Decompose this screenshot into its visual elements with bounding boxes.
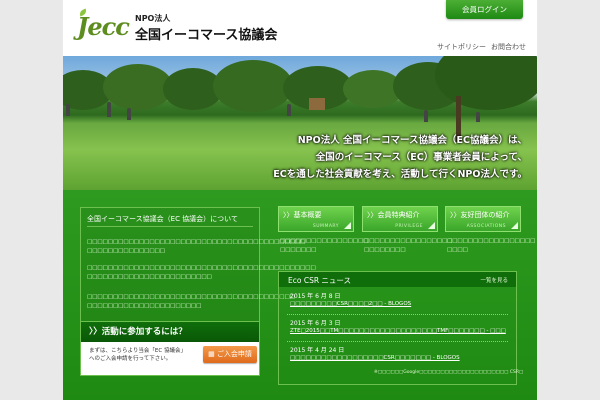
join-desc-line-1: まずは、こちらより当会「EC 協議会」 [89, 348, 186, 354]
tab-privilege-label: 〉〉会員特典紹介 [367, 211, 420, 219]
news-link[interactable]: ZTE□2015□□TM□□□□□□□□□□□□□□□□□□□TMF□□□□□□… [290, 328, 508, 334]
logo-org-name: 全国イーコマース協議会 [135, 28, 278, 43]
news-item: 2015 年 6 月 3 日 ZTE□2015□□TM□□□□□□□□□□□□□… [290, 318, 508, 334]
tab-privilege-desc: □□□□□□□□□□□□□□□□□ □□□□□□□□ [364, 238, 453, 253]
tab-summary-sub: SUMMARY [312, 224, 339, 229]
news-date: 2015 年 6 月 3 日 [290, 320, 341, 327]
hero-line-1: NPO法人 全国イーコマース協議会（EC協議会）は、 [297, 135, 527, 146]
hero-line-3: ECを通した社会貢献を考え、活動して行くNPO法人です。 [273, 169, 527, 180]
join-description: まずは、こちらより当会「EC 協議会」 へのご入会申請を行って下さい。 [89, 347, 186, 363]
contact-link[interactable]: お問合わせ [491, 42, 526, 52]
tab-summary-label: 〉〉基本概要 [283, 211, 322, 219]
document-icon: ▦ [208, 350, 215, 358]
news-panel: Eco CSR ニュース 一覧を見る 2015 年 6 月 8 日 □□□□□□… [278, 271, 517, 385]
join-desc-line-2: へのご入会申請を行って下さい。 [89, 356, 172, 362]
news-link[interactable]: □□□□□□□□□CSR□□□□2□□ - BLOGOS [290, 301, 508, 307]
tab-privilege[interactable]: 〉〉会員特典紹介 PRIVILEGE [362, 206, 438, 232]
corner-arrow-icon [344, 222, 351, 229]
news-item: 2015 年 4 月 24 日 □□□□□□□□□□□□□□□□□□CSR□□□… [290, 345, 508, 361]
news-more-link[interactable]: 一覧を見る [480, 276, 508, 284]
about-title: 全国イーコマース協議会（EC 協議会）について [87, 215, 238, 223]
about-paragraph-2: □□□□□□□□□□□□□□□□□□□□□□□□□□□□□□□□□□□□□□□□… [87, 265, 316, 280]
news-link[interactable]: □□□□□□□□□□□□□□□□□□CSR□□□□□□□ - BLOGOS [290, 355, 508, 361]
news-date: 2015 年 6 月 8 日 [290, 293, 341, 300]
hero-tagline: NPO法人 全国イーコマース協議会（EC協議会）は、 全国のイーコマース（EC）… [273, 132, 527, 183]
divider [287, 341, 508, 342]
about-paragraph-1: □□□□□□□□□□□□□□□□□□□□□□□□□□□□□□□□□□□□□□□□… [87, 239, 306, 254]
corner-arrow-icon [511, 222, 518, 229]
hero-line-2: 全国のイーコマース（EC）事業者会員によって、 [315, 152, 527, 163]
site-policy-link[interactable]: サイトポリシー [437, 42, 486, 52]
corner-arrow-icon [428, 222, 435, 229]
page: Jecc NPO法人 全国イーコマース協議会 会員ログイン サイトポリシー お問… [63, 0, 537, 400]
tab-associations-label: 〉〉友好団体の紹介 [450, 211, 510, 219]
hero-banner: NPO法人 全国イーコマース協議会（EC協議会）は、 全国のイーコマース（EC）… [63, 56, 537, 190]
tab-associations-sub: ASSOCIATIONS [466, 224, 506, 229]
apply-label: ご入会申請 [216, 350, 252, 358]
membership-apply-button[interactable]: ▦ ご入会申請 [203, 346, 257, 363]
news-title: Eco CSR ニュース [288, 276, 352, 285]
join-heading: 〉〉活動に参加するには？ [81, 322, 259, 342]
join-panel: 〉〉活動に参加するには？ まずは、こちらより当会「EC 協議会」 へのご入会申請… [80, 321, 260, 376]
about-paragraph-3: □□□□□□□□□□□□□□□□□□□□□□□□□□□□□□□□□□□□□□□□… [87, 294, 295, 309]
tab-associations[interactable]: 〉〉友好団体の紹介 ASSOCIATIONS [445, 206, 521, 232]
site-logo[interactable]: Jecc NPO法人 全国イーコマース協議会 [77, 8, 277, 46]
main-content: 全国イーコマース協議会（EC 協議会）について □□□□□□□□□□□□□□□□… [63, 190, 537, 400]
divider [287, 314, 508, 315]
member-login-button[interactable]: 会員ログイン [446, 0, 523, 19]
news-date: 2015 年 4 月 24 日 [290, 347, 345, 354]
logo-mark: Jecc [77, 12, 130, 41]
divider [87, 226, 253, 227]
tab-summary[interactable]: 〉〉基本概要 SUMMARY [278, 206, 354, 232]
tab-associations-desc: □□□□□□□□□□□□□□□□□ □□□□ [447, 238, 536, 253]
tab-privilege-sub: PRIVILEGE [395, 224, 423, 229]
news-footnote: ※□□□□□□Google□□□□□□□□□□□□□□□□□□□□□ CSR□ [374, 370, 524, 375]
news-item: 2015 年 6 月 8 日 □□□□□□□□□CSR□□□□2□□ - BLO… [290, 291, 508, 307]
tab-summary-desc: □□□□□□□□□□□□□□□□□ □□□□□□□ [280, 238, 369, 253]
logo-npo-label: NPO法人 [135, 14, 171, 23]
news-header: Eco CSR ニュース 一覧を見る [279, 272, 516, 287]
